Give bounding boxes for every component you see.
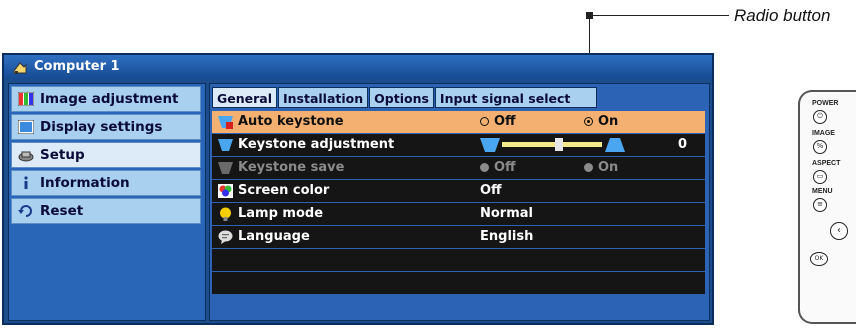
tab-installation[interactable]: Installation: [278, 87, 369, 108]
sidebar-item-information[interactable]: Information: [11, 170, 201, 196]
radio-option-on[interactable]: On: [584, 111, 618, 133]
radio-button: [584, 163, 593, 172]
setting-label: Keystone save: [238, 160, 345, 175]
radio-option-off[interactable]: Off: [480, 111, 516, 133]
setting-value[interactable]: English: [480, 226, 533, 248]
image-label: IMAGE: [812, 130, 835, 137]
computer-input-icon: [12, 60, 28, 74]
radio-label: On: [598, 160, 619, 175]
screen-color-icon: [218, 184, 233, 198]
callout-line: [589, 15, 729, 16]
setting-row-screen-color[interactable]: Screen color Off: [212, 180, 705, 203]
callout-dot: [586, 12, 593, 19]
setting-row-language[interactable]: Language English: [212, 226, 705, 249]
radio-option-off: Off: [480, 157, 516, 179]
sidebar-item-label: Display settings: [40, 119, 163, 135]
display-settings-icon: [17, 119, 35, 135]
radio-label: On: [598, 114, 619, 129]
empty-row: [212, 249, 705, 272]
menu-label: MENU: [812, 188, 833, 195]
setting-label: Auto keystone: [238, 114, 344, 129]
aspect-label: ASPECT: [812, 160, 841, 167]
settings-panel: General Installation Options Input signa…: [209, 83, 710, 321]
image-adjustment-icon: [17, 91, 35, 107]
setting-row-auto-keystone[interactable]: Auto keystone Off On: [212, 111, 705, 134]
setting-value[interactable]: Off: [480, 180, 502, 202]
information-icon: [18, 176, 34, 190]
ok-button[interactable]: OK: [810, 252, 828, 266]
setting-label: Lamp mode: [238, 206, 324, 221]
setting-row-keystone-adjustment[interactable]: Keystone adjustment 0: [212, 134, 705, 157]
empty-row: [212, 272, 705, 295]
keystone-slider-track[interactable]: [502, 142, 602, 147]
tab-bar: General Installation Options Input signa…: [212, 87, 598, 108]
setting-label: Screen color: [238, 183, 330, 198]
tab-input-signal-select[interactable]: Input signal select: [434, 87, 597, 108]
keystone-value: 0: [678, 137, 688, 152]
sidebar-item-label: Reset: [40, 203, 84, 219]
sidebar: Image adjustment Display settings Setup …: [8, 83, 206, 321]
tab-options[interactable]: Options: [369, 87, 434, 108]
setting-label: Keystone adjustment: [238, 137, 395, 152]
menu-button-icon[interactable]: ≡: [813, 198, 827, 212]
radio-option-on: On: [584, 157, 618, 179]
reset-icon: [18, 204, 34, 218]
keystone-save-icon: [218, 161, 233, 175]
callout-label: Radio button: [734, 6, 831, 25]
sidebar-item-display-settings[interactable]: Display settings: [11, 114, 201, 140]
tab-general[interactable]: General: [212, 87, 277, 108]
window-title: Computer 1: [34, 59, 120, 74]
left-arrow-button-icon[interactable]: ‹: [830, 222, 848, 240]
auto-keystone-icon: [218, 115, 233, 129]
settings-list: Auto keystone Off On Keystone adjustment…: [212, 111, 705, 295]
setting-row-keystone-save: Keystone save Off On: [212, 157, 705, 180]
keystone-adjustment-icon: [218, 138, 233, 152]
sidebar-item-setup[interactable]: Setup: [11, 142, 201, 168]
sidebar-item-label: Setup: [40, 147, 85, 163]
remote-control: POWER ⏻ IMAGE % ASPECT ▭ MENU ≡ ‹ OK: [798, 90, 856, 324]
language-icon: [218, 230, 233, 244]
sidebar-item-label: Image adjustment: [40, 91, 179, 107]
sidebar-item-image-adjustment[interactable]: Image adjustment: [11, 86, 201, 112]
title-bar: Computer 1: [4, 55, 712, 79]
radio-label: Off: [494, 114, 516, 129]
setting-label: Language: [238, 229, 310, 244]
osd-window: Computer 1 Image adjustment Display sett…: [2, 53, 714, 325]
radio-button[interactable]: [480, 117, 489, 126]
aspect-button-icon[interactable]: ▭: [813, 170, 827, 184]
keystone-slider-handle[interactable]: [555, 138, 563, 151]
radio-label: Off: [494, 160, 516, 175]
radio-button: [480, 163, 489, 172]
power-button-icon[interactable]: ⏻: [813, 110, 827, 124]
power-label: POWER: [812, 100, 839, 107]
setup-icon: [18, 148, 34, 162]
setting-value[interactable]: Normal: [480, 203, 533, 225]
lamp-icon: [218, 207, 233, 221]
sidebar-item-reset[interactable]: Reset: [11, 198, 201, 224]
radio-button[interactable]: [584, 117, 593, 126]
setting-row-lamp-mode[interactable]: Lamp mode Normal: [212, 203, 705, 226]
sidebar-item-label: Information: [40, 175, 130, 191]
image-button-icon[interactable]: %: [813, 140, 827, 154]
